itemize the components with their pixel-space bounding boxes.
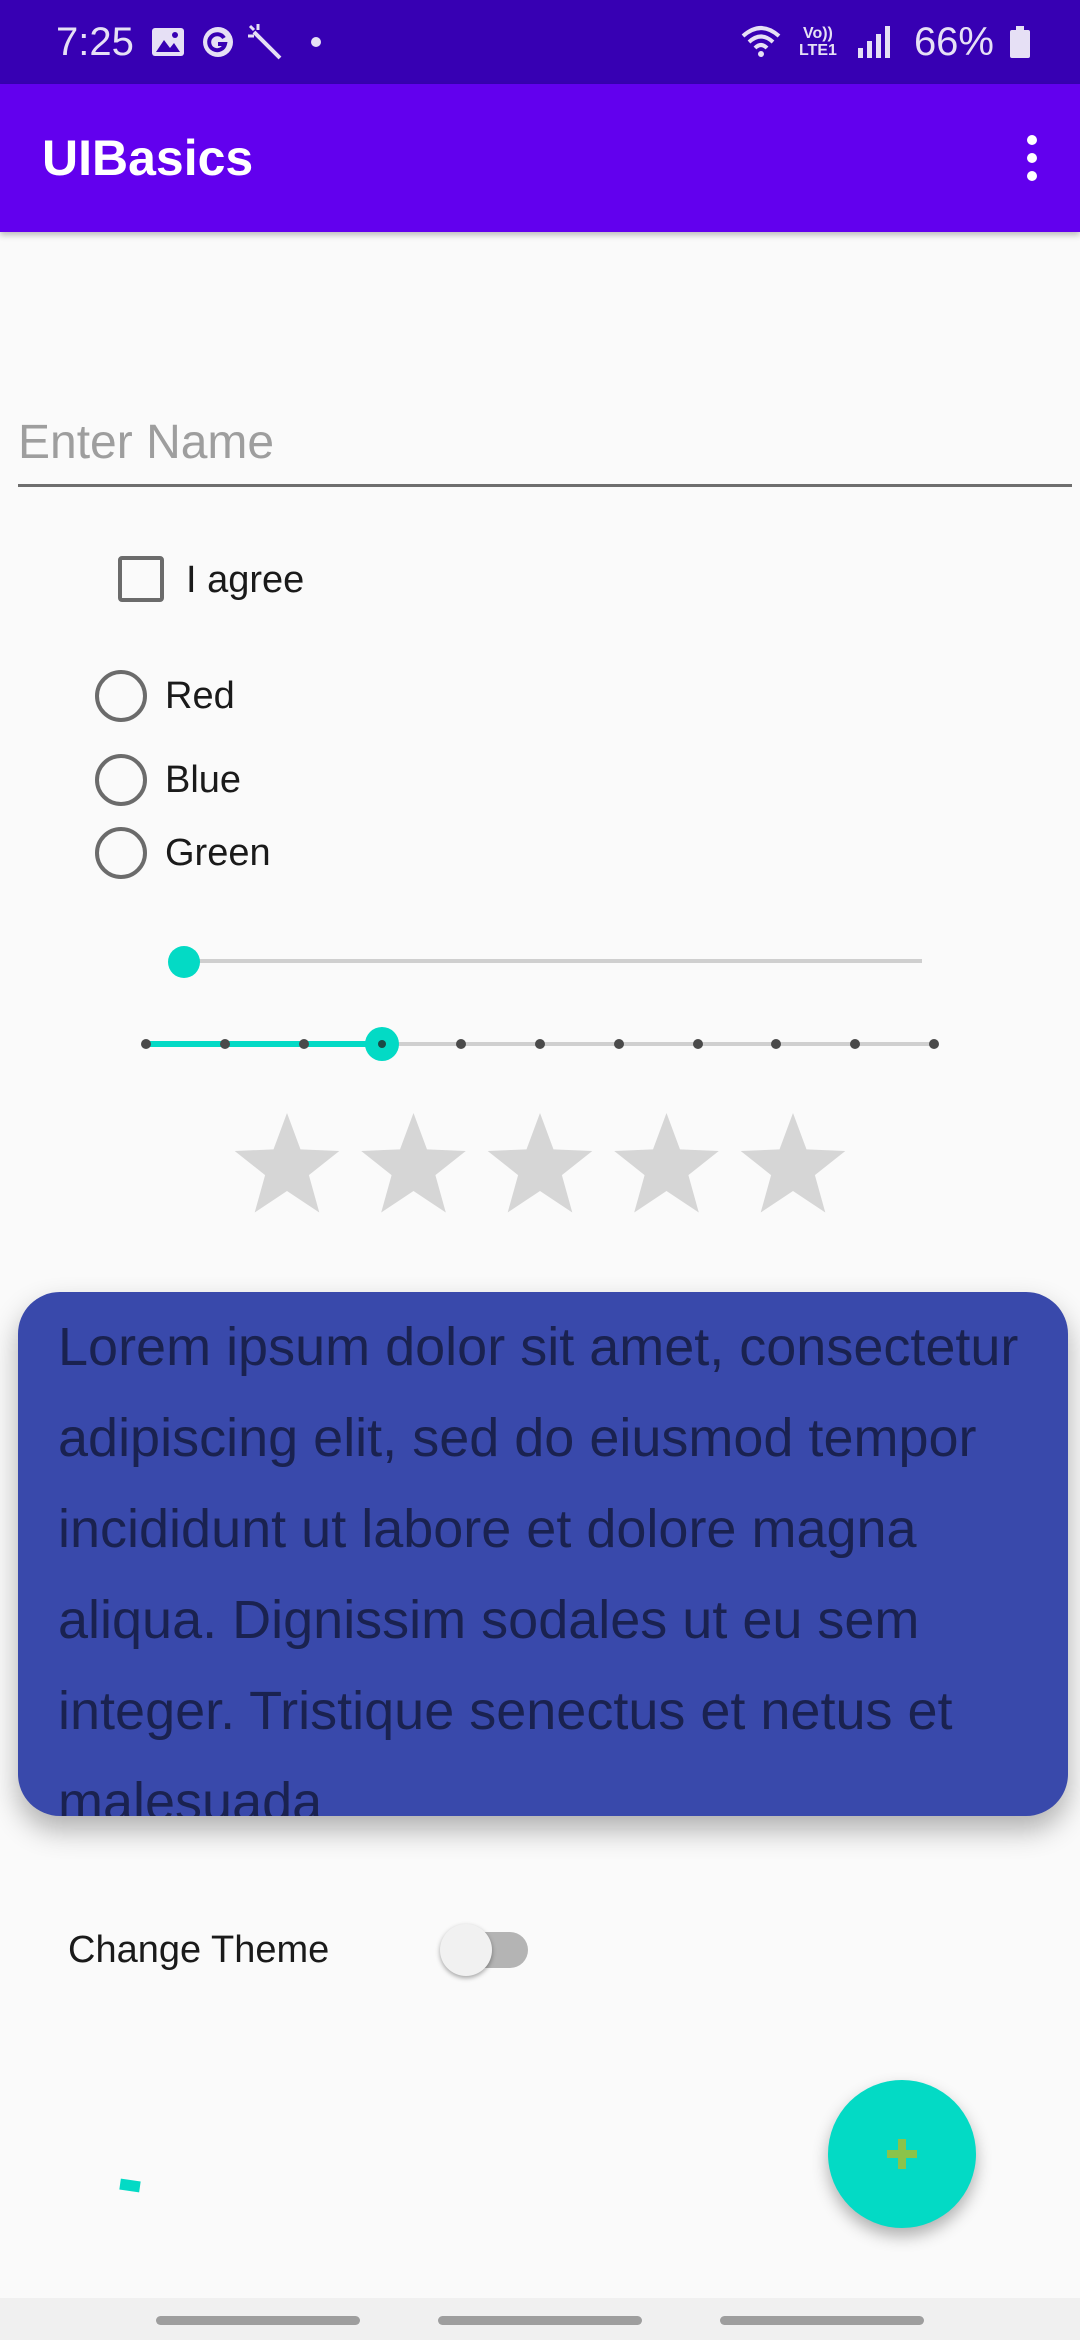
plus-icon	[887, 2139, 917, 2169]
lorem-card: Lorem ipsum dolor sit amet, consectetur …	[18, 1292, 1068, 1816]
rating-star-icon[interactable]	[740, 1113, 846, 1213]
dot-icon	[311, 37, 321, 47]
wifi-icon	[741, 26, 781, 57]
gallery-icon	[152, 28, 184, 56]
radio-blue-label[interactable]: Blue	[165, 756, 241, 804]
battery-percent: 66%	[913, 19, 994, 64]
app-bar: UIBasics	[0, 84, 1080, 232]
theme-switch-label: Change Theme	[68, 1929, 330, 1971]
status-time: 7:25	[56, 20, 134, 64]
discrete-slider-active-track	[146, 1041, 383, 1047]
discrete-slider-tick	[535, 1039, 545, 1049]
nav-recents-button[interactable]	[156, 2316, 360, 2325]
discrete-slider-tick	[613, 1039, 624, 1049]
status-right-group: Vo)) LTE1 66%	[740, 18, 1032, 66]
nav-back-button[interactable]	[720, 2316, 924, 2325]
name-input[interactable]	[18, 400, 1072, 487]
rating-star-icon[interactable]	[361, 1113, 466, 1213]
discrete-slider-tick	[929, 1039, 939, 1049]
rating-bar[interactable]	[232, 1108, 852, 1218]
agree-checkbox-label[interactable]: I agree	[186, 556, 304, 604]
agree-checkbox[interactable]	[118, 556, 164, 602]
nav-home-button[interactable]	[438, 2316, 642, 2325]
g-app-icon	[203, 27, 233, 57]
theme-switch-thumb[interactable]	[440, 1924, 492, 1976]
radio-green[interactable]	[95, 827, 147, 879]
battery-icon	[1010, 26, 1030, 58]
add-fab-button[interactable]	[828, 2080, 976, 2228]
discrete-slider-tick	[850, 1039, 861, 1049]
discrete-slider-tick	[692, 1039, 703, 1049]
card-text: Lorem ipsum dolor sit amet, consectetur …	[58, 1317, 1019, 1816]
radio-red[interactable]	[95, 670, 147, 722]
status-bar: 7:25 Vo)) LTE1 66%	[0, 0, 1080, 84]
radio-red-label[interactable]: Red	[165, 672, 235, 720]
rating-star-icon[interactable]	[614, 1113, 719, 1213]
signal-icon	[857, 26, 890, 58]
magic-wand-icon	[248, 24, 282, 60]
radio-blue[interactable]	[95, 754, 147, 806]
volte-icon: Vo)) LTE1	[798, 25, 837, 59]
progress-spinner	[119, 2178, 141, 2193]
discrete-slider-tick	[456, 1039, 467, 1049]
continuous-slider-track[interactable]	[184, 959, 922, 963]
rating-star-icon[interactable]	[234, 1113, 340, 1213]
app-title: UIBasics	[42, 130, 254, 186]
overflow-menu-icon[interactable]	[1002, 124, 1062, 192]
discrete-slider-tick	[298, 1039, 309, 1049]
rating-star-icon[interactable]	[487, 1113, 593, 1213]
continuous-slider-thumb[interactable]	[168, 946, 200, 978]
discrete-slider-tick	[141, 1039, 151, 1049]
radio-green-label[interactable]: Green	[165, 829, 271, 877]
discrete-slider-tick	[219, 1039, 230, 1049]
discrete-slider-tick	[771, 1039, 782, 1049]
